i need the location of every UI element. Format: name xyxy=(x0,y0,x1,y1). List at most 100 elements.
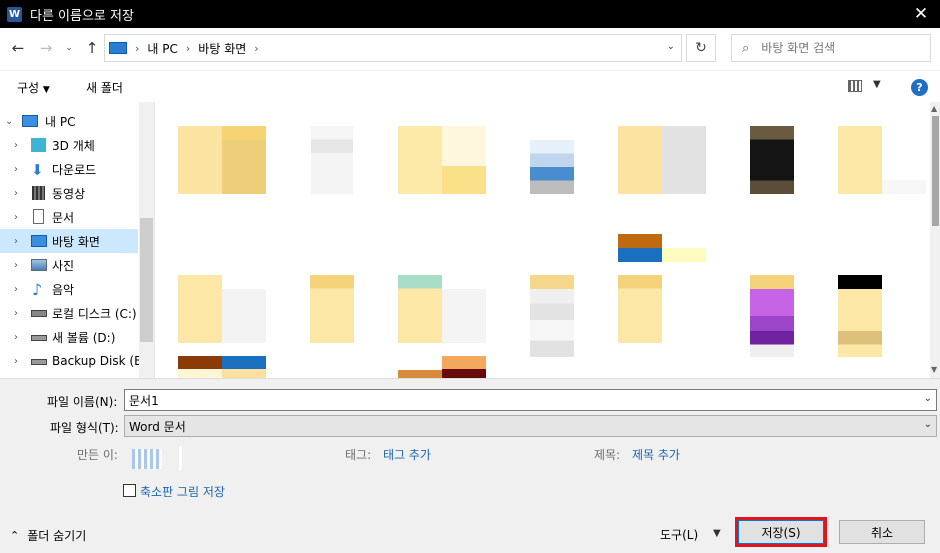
view-options-icon[interactable] xyxy=(848,80,862,92)
breadcrumb-chevron-icon[interactable]: › xyxy=(254,42,258,55)
chevron-right-icon[interactable]: › xyxy=(14,140,18,151)
chevron-right-icon[interactable]: › xyxy=(14,236,18,247)
breadcrumb-chevron-icon[interactable]: › xyxy=(186,42,190,55)
refresh-icon[interactable]: ↻ xyxy=(686,34,716,62)
cube-3d-icon xyxy=(31,138,46,152)
nav-item-pictures[interactable]: › 사진 xyxy=(0,253,138,277)
file-thumbnail[interactable] xyxy=(311,126,353,194)
save-thumbnail-label[interactable]: 축소판 그림 저장 xyxy=(140,483,225,500)
nav-label: Backup Disk (E:) xyxy=(52,354,151,368)
chevron-down-icon[interactable]: ⌄ xyxy=(924,419,932,430)
file-thumbnail[interactable] xyxy=(178,356,222,378)
file-thumbnail[interactable] xyxy=(398,370,442,378)
folder-thumbnail[interactable] xyxy=(838,126,882,194)
local-disk-icon xyxy=(31,310,47,317)
nav-item-new-volume-d[interactable]: › 새 볼륨 (D:) xyxy=(0,325,138,349)
breadcrumb-desktop[interactable]: 바탕 화면 xyxy=(198,40,246,57)
file-list-scrollbar[interactable]: ▲ ▼ xyxy=(930,102,940,378)
chevron-down-icon[interactable]: ⌄ xyxy=(924,393,932,404)
folder-thumbnail-tab xyxy=(222,126,266,140)
organize-button[interactable]: 구성 ▼ xyxy=(17,79,50,96)
search-box[interactable]: ⌕ xyxy=(731,34,931,62)
caret-down-icon[interactable]: ▼ xyxy=(713,528,721,539)
document-icon xyxy=(33,209,44,224)
folder-thumbnail[interactable] xyxy=(178,275,222,343)
address-bar[interactable]: › 내 PC › 바탕 화면 › ⌄ xyxy=(104,34,682,62)
nav-item-this-pc[interactable]: ⌄ 내 PC xyxy=(0,109,138,133)
chevron-up-icon: ⌃ xyxy=(10,529,20,542)
download-icon: ⬇ xyxy=(31,161,44,179)
search-input[interactable] xyxy=(761,41,912,55)
save-button[interactable]: 저장(S) xyxy=(738,520,824,544)
file-thumbnail[interactable] xyxy=(618,234,662,262)
filename-label: 파일 이름(N): xyxy=(47,395,118,409)
file-thumbnail[interactable] xyxy=(838,275,882,357)
filetype-select[interactable]: Word 문서 ⌄ xyxy=(124,415,937,437)
tags-label: 태그: xyxy=(345,448,372,462)
chevron-down-icon[interactable]: ⌄ xyxy=(5,116,13,127)
file-thumbnail[interactable] xyxy=(750,275,794,357)
desktop-icon xyxy=(31,235,47,247)
folder-thumbnail-part xyxy=(882,180,926,194)
chevron-right-icon[interactable]: › xyxy=(14,308,18,319)
nav-item-videos[interactable]: › 동영상 xyxy=(0,181,138,205)
chevron-down-icon[interactable]: ⌄ xyxy=(667,41,675,52)
breadcrumb-this-pc[interactable]: 내 PC xyxy=(147,40,177,57)
nav-item-downloads[interactable]: › ⬇ 다운로드 xyxy=(0,157,138,181)
nav-item-backup-disk-e[interactable]: › Backup Disk (E:) xyxy=(0,349,150,373)
save-thumbnail-checkbox[interactable] xyxy=(123,484,136,497)
breadcrumb-chevron-icon[interactable]: › xyxy=(135,42,139,55)
file-list-scrollbar-thumb[interactable] xyxy=(932,116,939,226)
organize-label: 구성 xyxy=(17,81,40,95)
folder-thumbnail[interactable] xyxy=(618,275,662,343)
nav-item-music[interactable]: › ♪ 음악 xyxy=(0,277,138,301)
command-bar: 구성 ▼ 새 폴더 ▼ ? xyxy=(0,70,940,102)
add-title-link[interactable]: 제목 추가 xyxy=(632,446,680,463)
file-thumbnail[interactable] xyxy=(530,140,574,194)
close-icon[interactable]: ✕ xyxy=(910,3,932,25)
help-icon[interactable]: ? xyxy=(911,79,928,96)
nav-scrollbar[interactable] xyxy=(139,102,154,378)
caret-down-icon[interactable]: ▼ xyxy=(873,79,881,90)
file-list-pane[interactable]: ▲ ▼ xyxy=(154,102,940,378)
file-thumbnail[interactable] xyxy=(222,356,266,378)
chevron-right-icon[interactable]: › xyxy=(14,356,18,367)
filename-value[interactable]: 문서1 xyxy=(129,392,159,409)
nav-item-local-disk-c[interactable]: › 로컬 디스크 (C:) xyxy=(0,301,138,325)
folder-thumbnail[interactable] xyxy=(398,275,442,343)
pictures-icon xyxy=(31,259,47,271)
nav-item-documents[interactable]: › 문서 xyxy=(0,205,138,229)
file-thumbnail[interactable] xyxy=(530,275,574,357)
nav-label: 동영상 xyxy=(52,186,86,201)
add-tags-link[interactable]: 태그 추가 xyxy=(383,446,431,463)
chevron-right-icon[interactable]: › xyxy=(14,260,18,271)
new-folder-button[interactable]: 새 폴더 xyxy=(86,79,123,96)
file-thumbnail[interactable] xyxy=(750,126,794,194)
chevron-right-icon[interactable]: › xyxy=(14,212,18,223)
chevron-right-icon[interactable]: › xyxy=(14,188,18,199)
folder-thumbnail[interactable] xyxy=(310,275,354,343)
filename-field[interactable]: 문서1 ⌄ xyxy=(124,389,937,411)
window-title: 다른 이름으로 저장 xyxy=(30,8,134,24)
recent-locations-icon[interactable]: ⌄ xyxy=(62,37,76,59)
drive-icon xyxy=(31,335,47,341)
up-arrow-icon[interactable]: ↑ xyxy=(82,37,102,59)
back-arrow-icon[interactable]: ← xyxy=(8,37,28,59)
forward-arrow-icon[interactable]: → xyxy=(36,37,56,59)
file-thumbnail[interactable] xyxy=(442,356,486,378)
word-app-icon: W xyxy=(7,6,22,22)
scroll-down-icon[interactable]: ▼ xyxy=(931,365,937,374)
author-value-redacted[interactable] xyxy=(132,449,162,469)
nav-item-desktop[interactable]: › 바탕 화면 xyxy=(0,229,138,253)
chevron-right-icon[interactable]: › xyxy=(14,284,18,295)
hide-folders-button[interactable]: ⌃ 폴더 숨기기 xyxy=(10,527,86,544)
tools-button[interactable]: 도구(L) xyxy=(660,526,698,543)
cancel-button[interactable]: 취소 xyxy=(839,520,925,544)
nav-scrollbar-thumb[interactable] xyxy=(140,218,153,342)
nav-item-3d-objects[interactable]: › 3D 개체 xyxy=(0,133,138,157)
chevron-right-icon[interactable]: › xyxy=(14,332,18,343)
scroll-up-icon[interactable]: ▲ xyxy=(931,104,937,113)
chevron-right-icon[interactable]: › xyxy=(14,164,18,175)
file-thumbnail-part xyxy=(662,248,706,262)
folder-thumbnail[interactable] xyxy=(618,126,706,194)
